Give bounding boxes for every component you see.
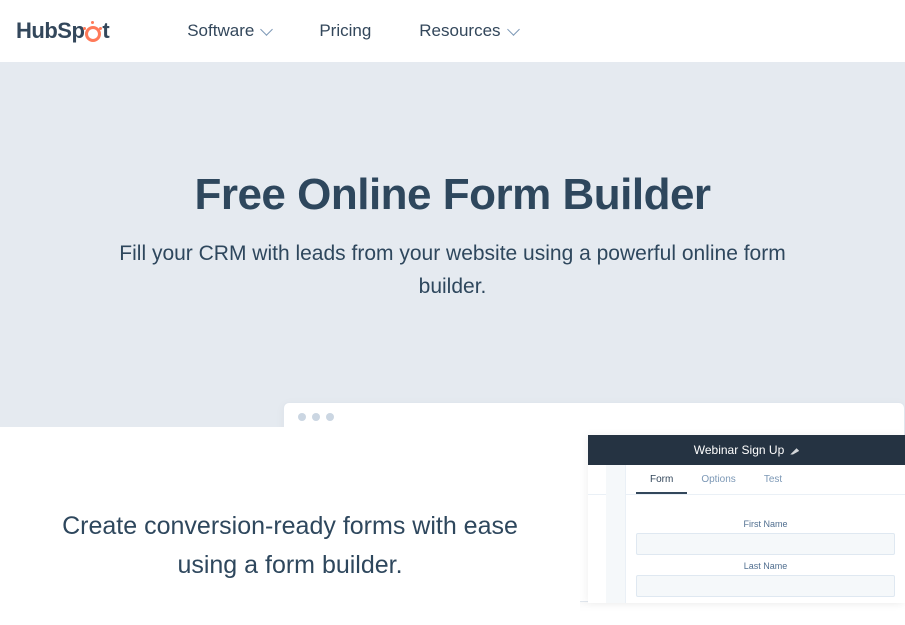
preview-panel: First Name Last Name [588, 495, 905, 605]
feature-block: Create conversion-ready forms with ease … [0, 427, 580, 625]
window-dot [326, 413, 334, 421]
first-name-field[interactable] [636, 533, 895, 555]
preview-header: Webinar Sign Up [588, 435, 905, 465]
pencil-icon [790, 446, 799, 455]
preview-sidebar [606, 465, 626, 603]
nav-resources[interactable]: Resources [419, 21, 517, 41]
window-dot [298, 413, 306, 421]
preview-title: Webinar Sign Up [694, 443, 785, 457]
tab-test[interactable]: Test [750, 465, 796, 494]
field-label: First Name [636, 519, 895, 529]
form-fields: First Name Last Name [636, 503, 895, 597]
nav-label: Pricing [319, 21, 371, 41]
sprocket-icon [85, 23, 101, 39]
nav-items: Software Pricing Resources [187, 21, 517, 41]
last-name-field[interactable] [636, 575, 895, 597]
window-dot [312, 413, 320, 421]
page-subtitle: Fill your CRM with leads from your websi… [93, 238, 813, 303]
feature-heading: Create conversion-ready forms with ease … [40, 507, 540, 585]
tab-options[interactable]: Options [687, 465, 749, 494]
tab-form[interactable]: Form [636, 465, 687, 494]
nav-pricing[interactable]: Pricing [319, 21, 371, 41]
form-builder-preview: Webinar Sign Up Form Options Test First … [588, 435, 905, 603]
nav-software[interactable]: Software [187, 21, 271, 41]
chevron-down-icon [507, 23, 520, 36]
hubspot-logo[interactable]: HubSpt [16, 18, 109, 44]
page-title: Free Online Form Builder [20, 170, 885, 220]
preview-tabs: Form Options Test [588, 465, 905, 495]
chevron-down-icon [260, 23, 273, 36]
nav-label: Resources [419, 21, 500, 41]
hero-section: Free Online Form Builder Fill your CRM w… [0, 62, 905, 545]
top-nav: HubSpt Software Pricing Resources [0, 0, 905, 62]
nav-label: Software [187, 21, 254, 41]
field-label: Last Name [636, 561, 895, 571]
